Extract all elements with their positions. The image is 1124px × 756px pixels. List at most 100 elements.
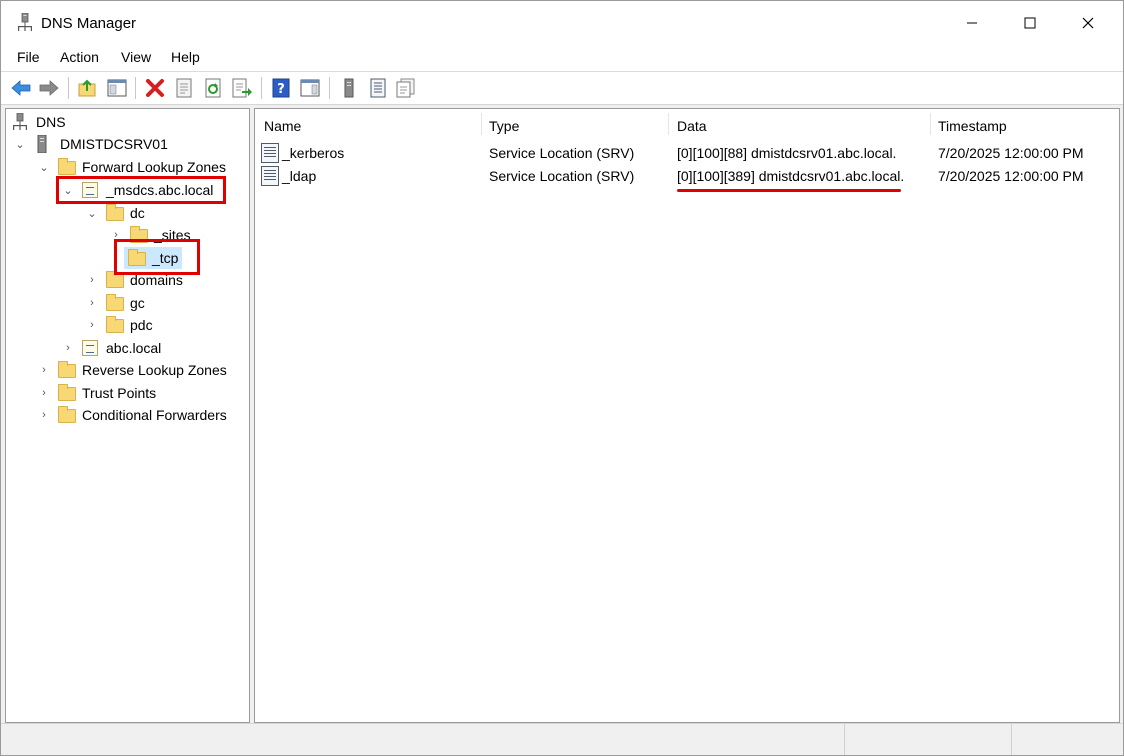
details-view-button[interactable] xyxy=(396,78,416,98)
toolbar-separator xyxy=(329,77,330,99)
srv-record-icon xyxy=(261,143,279,163)
chevron-right-icon[interactable]: › xyxy=(62,342,74,354)
tree-label: dc xyxy=(130,205,145,221)
maximize-button[interactable] xyxy=(1001,1,1059,45)
close-button[interactable] xyxy=(1059,1,1117,45)
highlight-underline-ldap-data xyxy=(677,189,901,192)
tree-node-dns[interactable]: DNS xyxy=(12,111,66,133)
toolbar-separator xyxy=(135,77,136,99)
chevron-right-icon[interactable]: › xyxy=(38,387,50,399)
back-button[interactable] xyxy=(11,78,31,98)
tree-label: pdc xyxy=(130,317,153,333)
results-list-pane: Name Type Data Timestamp _kerberos Servi… xyxy=(254,108,1120,723)
highlight-box-msdcs-zone xyxy=(56,176,226,204)
chevron-right-icon[interactable]: › xyxy=(86,274,98,286)
record-name: _ldap xyxy=(282,168,317,184)
record-data: [0][100][88] dmistdcsrv01.abc.local. xyxy=(677,145,897,161)
chevron-down-icon[interactable]: ⌄ xyxy=(14,138,26,151)
chevron-right-icon[interactable]: › xyxy=(38,409,50,421)
toolbar-separator xyxy=(68,77,69,99)
tree-node-trust-points[interactable]: › Trust Points xyxy=(38,382,156,404)
help-button[interactable]: ? xyxy=(271,78,291,98)
forward-arrow-icon xyxy=(39,80,59,96)
dns-app-icon xyxy=(18,13,32,31)
export-list-button[interactable] xyxy=(232,78,252,98)
status-divider xyxy=(844,724,845,755)
minimize-button[interactable] xyxy=(943,1,1001,45)
refresh-icon xyxy=(205,78,221,98)
tree-node-server[interactable]: ⌄ DMISTDCSRV01 xyxy=(14,133,168,155)
column-header-type[interactable]: Type xyxy=(489,118,519,134)
record-type: Service Location (SRV) xyxy=(489,145,635,161)
server-button[interactable] xyxy=(339,78,359,98)
chevron-right-icon[interactable]: › xyxy=(38,364,50,376)
tree-label: Trust Points xyxy=(82,385,157,401)
window-title: DNS Manager xyxy=(41,15,137,32)
tree-node-forward-lookup-zones[interactable]: ⌄ Forward Lookup Zones xyxy=(38,156,226,178)
menu-help[interactable]: Help xyxy=(171,49,200,65)
record-name: _kerberos xyxy=(282,145,345,161)
show-hide-action-pane-button[interactable] xyxy=(300,78,320,98)
column-header-timestamp[interactable]: Timestamp xyxy=(938,118,1007,134)
menu-file[interactable]: File xyxy=(17,49,40,65)
tree-label: gc xyxy=(130,295,145,311)
table-row[interactable]: _kerberos Service Location (SRV) [0][100… xyxy=(255,142,1119,164)
delete-button[interactable] xyxy=(145,78,165,98)
folder-icon xyxy=(58,158,76,175)
list-view-button[interactable] xyxy=(368,78,388,98)
close-icon xyxy=(1082,17,1094,29)
column-header-data[interactable]: Data xyxy=(677,118,707,134)
column-divider[interactable] xyxy=(668,113,669,135)
properties-button[interactable] xyxy=(174,78,194,98)
folder-icon xyxy=(106,294,124,311)
tree-node-pdc[interactable]: › pdc xyxy=(86,314,153,336)
folder-icon xyxy=(106,204,124,221)
tree-label: Reverse Lookup Zones xyxy=(82,362,227,378)
server-icon xyxy=(37,135,47,153)
record-timestamp: 7/20/2025 12:00:00 PM xyxy=(938,168,1084,184)
record-data: [0][100][389] dmistdcsrv01.abc.local. xyxy=(677,168,905,184)
tree-node-dc[interactable]: ⌄ dc xyxy=(86,202,145,224)
srv-record-icon xyxy=(261,166,279,186)
record-timestamp: 7/20/2025 12:00:00 PM xyxy=(938,145,1084,161)
tree-node-reverse-lookup-zones[interactable]: › Reverse Lookup Zones xyxy=(38,359,227,381)
delete-icon xyxy=(146,79,164,97)
folder-icon xyxy=(106,316,124,333)
record-type: Service Location (SRV) xyxy=(489,168,635,184)
toolbar: ? xyxy=(1,72,1123,105)
menu-action[interactable]: Action xyxy=(60,49,99,65)
chevron-down-icon[interactable]: ⌄ xyxy=(86,207,98,220)
toolbar-separator xyxy=(261,77,262,99)
show-hide-tree-icon xyxy=(107,79,127,97)
menu-bar: File Action View Help xyxy=(1,45,1123,72)
tree-label: Forward Lookup Zones xyxy=(82,159,226,175)
highlight-box-tcp xyxy=(114,239,200,275)
details-view-icon xyxy=(396,78,415,98)
chevron-down-icon[interactable]: ⌄ xyxy=(38,161,50,174)
chevron-right-icon[interactable]: › xyxy=(86,297,98,309)
export-list-icon xyxy=(232,78,252,98)
status-divider xyxy=(1011,724,1012,755)
column-header-name[interactable]: Name xyxy=(264,118,301,134)
title-bar: DNS Manager xyxy=(1,1,1123,45)
column-divider[interactable] xyxy=(930,113,931,135)
show-hide-tree-button[interactable] xyxy=(107,78,127,98)
column-divider[interactable] xyxy=(481,113,482,135)
refresh-button[interactable] xyxy=(203,78,223,98)
chevron-right-icon[interactable]: › xyxy=(86,319,98,331)
tree-label: abc.local xyxy=(106,340,162,356)
properties-icon xyxy=(176,78,192,98)
tree-node-conditional-forwarders[interactable]: › Conditional Forwarders xyxy=(38,404,227,426)
tree-node-abc-local[interactable]: › abc.local xyxy=(62,337,161,359)
up-folder-icon xyxy=(78,79,96,97)
menu-view[interactable]: View xyxy=(121,49,151,65)
help-icon: ? xyxy=(272,78,290,98)
table-row[interactable]: _ldap Service Location (SRV) [0][100][38… xyxy=(255,165,1119,187)
back-arrow-icon xyxy=(11,80,31,96)
server-icon xyxy=(344,78,354,98)
folder-icon xyxy=(58,384,76,401)
tree-node-gc[interactable]: › gc xyxy=(86,292,145,314)
forward-button[interactable] xyxy=(39,78,59,98)
folder-icon xyxy=(58,361,76,378)
up-one-level-button[interactable] xyxy=(78,78,98,98)
